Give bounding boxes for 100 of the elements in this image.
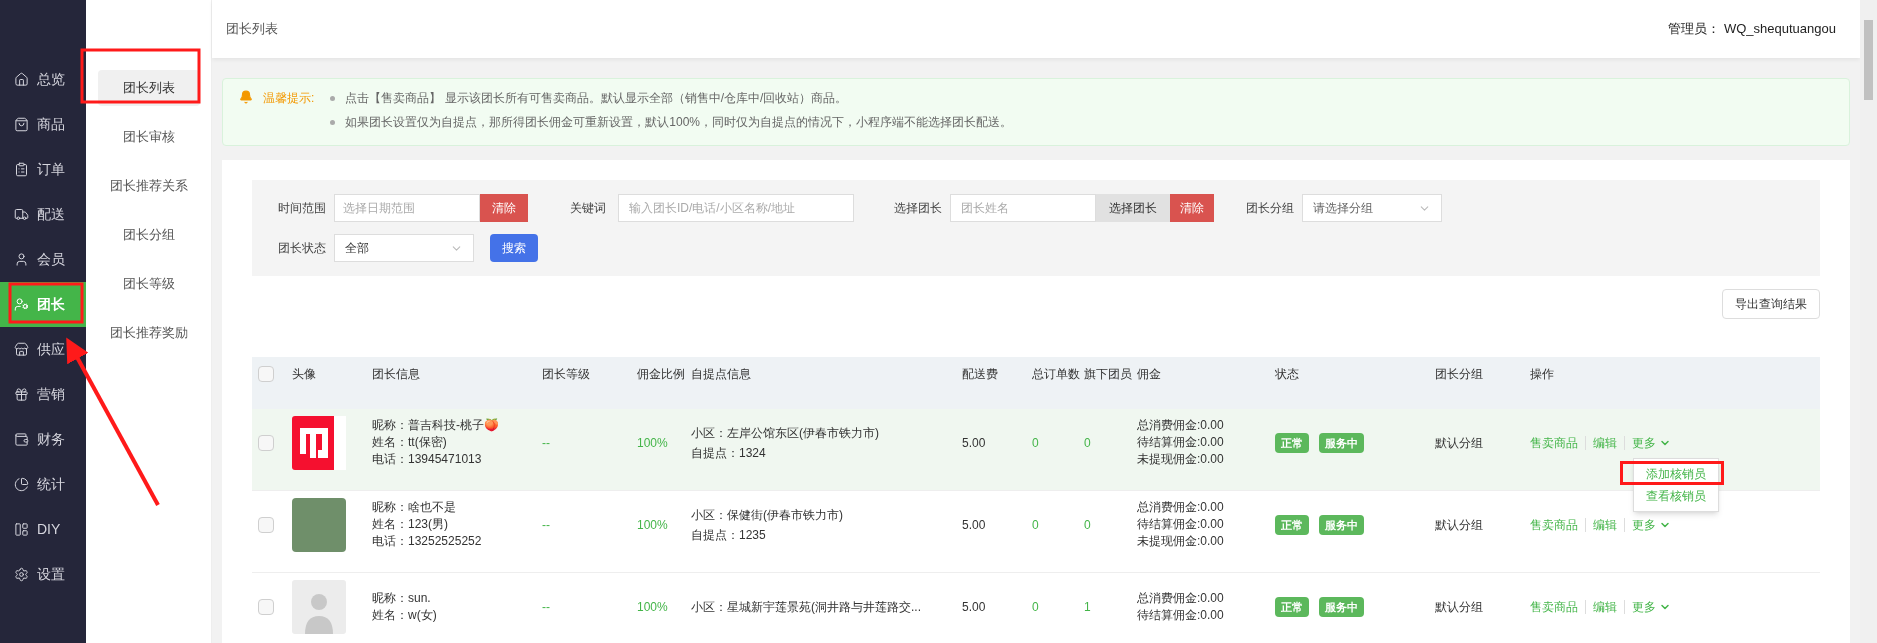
status-tag: 服务中 [1319,432,1364,453]
nav-icon [14,117,29,132]
group-text: 默认分组 [1435,516,1484,534]
breadcrumb: 团长列表 [226,20,278,39]
column-header: 操作 [1530,365,1555,383]
leader-info-text: 姓名：w(女) [372,606,438,624]
pickup-info-text: 小区：保健街(伊春市铁力市) [691,506,844,524]
column-header: 团长信息 [372,365,421,383]
level-text: -- [542,598,551,616]
level-text: -- [542,434,551,452]
export-button[interactable]: 导出查询结果 [1722,289,1820,319]
nav-icon [14,297,29,312]
nav-item[interactable]: 配送 [0,192,86,237]
leader-name-field[interactable]: 团长姓名 [950,194,1096,222]
checkbox[interactable] [258,366,274,383]
nav-item[interactable]: 会员 [0,237,86,282]
nav-item[interactable]: 订单 [0,147,86,192]
status-tag: 服务中 [1319,596,1364,617]
commission-text: 未提现佣金:0.00 [1137,533,1225,551]
filter-label: 时间范围 [278,200,327,217]
pickup-info-text: 小区：星城新宇莲景苑(洞井路与井莲路交... [691,598,922,616]
fee-text: 5.00 [962,598,987,616]
nav-item[interactable]: 设置 [0,552,86,597]
bell-icon [239,90,253,104]
nav-item[interactable]: 财务 [0,417,86,462]
commission-text: 待结算佣金:0.00 [1137,434,1225,452]
group-select[interactable]: 请选择分组 [1302,194,1442,222]
nav-icon [14,252,29,267]
leader-info-text: 昵称：sun. [372,589,432,607]
logo-avatar [292,415,346,470]
choose-leader-button[interactable]: 选择团长 [1096,194,1170,222]
photo-placeholder [292,497,346,552]
checkbox[interactable] [258,434,274,451]
subnav-item[interactable]: 团长推荐关系 [97,168,200,204]
commission-text: 待结算佣金:0.00 [1137,606,1225,624]
checkbox[interactable] [258,516,274,533]
clear-button[interactable]: 清除 [1170,194,1214,222]
keyword-field[interactable]: 输入团长ID/电话/小区名称/地址 [618,194,854,222]
commission-text: 总消费佣金:0.00 [1137,589,1225,607]
column-header: 头像 [292,365,317,383]
nav-item[interactable]: 商品 [0,102,86,147]
commission-text: 总消费佣金:0.00 [1137,417,1225,435]
status-tag: 正常 [1275,432,1309,453]
ratio-text: 100% [637,434,669,452]
subnav-item[interactable]: 团长推荐奖励 [97,315,200,351]
nav-icon [14,72,29,87]
member-count: 0 [1084,516,1092,534]
nav-icon [14,522,29,537]
status-tag: 正常 [1275,514,1309,535]
filter-label: 选择团长 [894,200,943,217]
level-text: -- [542,516,551,534]
ratio-text: 100% [637,516,669,534]
subnav-item[interactable]: 团长等级 [97,266,200,302]
column-header: 团长分组 [1435,365,1484,383]
member-count: 1 [1084,598,1092,616]
pickup-info-text: 自提点：1235 [691,526,767,544]
nav-item[interactable]: 总览 [0,57,86,102]
nav-item[interactable]: 营销 [0,372,86,417]
nav-item[interactable]: 统计 [0,462,86,507]
fee-text: 5.00 [962,516,987,534]
order-count: 0 [1032,598,1040,616]
column-header: 佣金 [1137,365,1162,383]
leader-info-text: 昵称：普吉科技-桃子🍑 [372,417,500,435]
notice-title: 温馨提示: [263,90,315,107]
leader-info-text: 昵称：啥也不是 [372,499,457,517]
column-header: 配送费 [962,365,999,383]
leader-info-text: 电话：13945471013 [372,451,483,469]
search-button[interactable]: 搜索 [490,234,538,262]
nav-icon [14,477,29,492]
commission-text: 待结算佣金:0.00 [1137,516,1225,534]
leader-info-text: 姓名：tt(保密) [372,434,448,452]
column-header: 自提点信息 [691,365,752,383]
subnav-item[interactable]: 团长审核 [97,119,200,155]
nav-icon [14,432,29,447]
nav-icon [14,207,29,222]
group-text: 默认分组 [1435,434,1484,452]
notice-text: 如果团长设置仅为自提点，那所得团长佣金可重新设置，默认100%，同时仅为自提点的情况下，小程序端不能选择团长配送。 [345,114,1013,131]
checkbox[interactable] [258,598,274,615]
filter-label: 团长状态 [278,240,327,257]
subnav-item[interactable]: 团长列表 [97,70,200,106]
subnav-item[interactable]: 团长分组 [97,217,200,253]
nav-icon [14,567,29,582]
status-tag: 正常 [1275,596,1309,617]
leader-info-text: 电话：13252525252 [372,533,483,551]
date-range-field[interactable]: 选择日期范围 [334,194,480,222]
clear-button[interactable]: 清除 [480,194,528,222]
leader-info-text: 姓名：123(男) [372,516,449,534]
group-text: 默认分组 [1435,598,1484,616]
column-header: 旗下团员 [1084,365,1133,383]
nav-item[interactable]: 供应 [0,327,86,372]
status-select[interactable]: 全部 [334,234,474,262]
nav-icon [14,342,29,357]
avatar-placeholder [292,579,346,634]
commission-text: 未提现佣金:0.00 [1137,451,1225,469]
column-header: 总订单数 [1032,365,1081,383]
nav-item[interactable]: DIY [0,507,86,552]
fee-text: 5.00 [962,434,987,452]
pickup-info-text: 自提点：1324 [691,444,767,462]
status-tag: 服务中 [1319,514,1364,535]
column-header: 佣金比例 [637,365,686,383]
